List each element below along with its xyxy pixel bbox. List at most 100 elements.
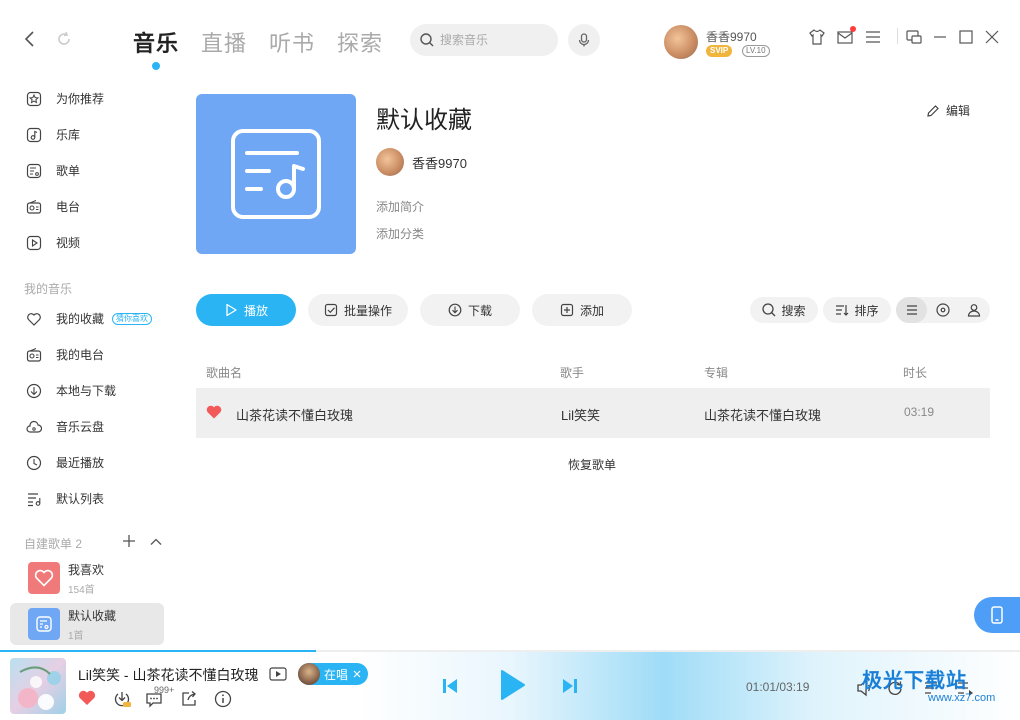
play-all-button[interactable]: 播放 <box>196 294 296 326</box>
microphone-icon <box>578 33 590 47</box>
sort-icon <box>836 305 849 316</box>
owner-name[interactable]: 香香9970 <box>412 153 467 172</box>
sidebar-item-cloud[interactable]: 音乐云盘 <box>26 418 104 435</box>
add-button[interactable]: 添加 <box>532 294 632 326</box>
list-search-button[interactable]: 搜索 <box>750 297 818 323</box>
liked-playlist-thumb <box>28 562 60 594</box>
user-name[interactable]: 香香9970 <box>706 28 757 45</box>
search-label: 搜索 <box>781 303 806 318</box>
owner-avatar[interactable] <box>376 148 404 176</box>
sidebar-item-recent[interactable]: 最近播放 <box>26 454 104 471</box>
song-title[interactable]: 山茶花读不懂白玫瑰 <box>236 405 353 424</box>
close-icon[interactable] <box>352 669 362 679</box>
menu-icon[interactable] <box>864 28 882 46</box>
list-view-button[interactable] <box>896 297 927 323</box>
sort-button[interactable]: 排序 <box>823 297 891 323</box>
sidebar-item-my-radio[interactable]: 我的电台 <box>26 346 104 363</box>
now-playing-album-art[interactable] <box>10 658 66 714</box>
sidebar-item-favorites[interactable]: 我的收藏 猜你喜欢 <box>26 310 153 327</box>
add-icon <box>560 303 574 317</box>
add-category-link[interactable]: 添加分类 <box>376 225 424 242</box>
my-music-section-title: 我的音乐 <box>24 282 73 296</box>
share-icon[interactable] <box>180 690 198 708</box>
sidebar-item-label: 为你推荐 <box>56 92 105 106</box>
comment-icon[interactable] <box>145 690 163 708</box>
progress-fill[interactable] <box>0 650 317 652</box>
sidebar-item-video[interactable]: 视频 <box>26 234 80 251</box>
edit-label: 编辑 <box>946 104 971 118</box>
artist-view-button[interactable] <box>958 297 989 323</box>
next-track-icon[interactable] <box>561 677 579 695</box>
column-header-artist[interactable]: 歌手 <box>560 364 584 381</box>
song-album[interactable]: 山茶花读不懂白玫瑰 <box>704 405 821 424</box>
plus-icon[interactable] <box>122 534 136 548</box>
skin-icon[interactable] <box>808 28 826 46</box>
phone-connect-button[interactable] <box>974 597 1020 633</box>
now-playing-title[interactable]: Lil笑笑 - 山茶花读不懂白玫瑰 <box>78 665 258 685</box>
add-label: 添加 <box>579 303 604 318</box>
disc-icon <box>935 303 950 317</box>
radio-icon <box>26 347 42 362</box>
like-icon[interactable] <box>78 690 96 706</box>
download-icon <box>26 383 42 398</box>
playlist-icon <box>26 163 42 178</box>
tab-music[interactable]: 音乐 <box>133 26 179 70</box>
play-pause-icon[interactable] <box>498 669 526 701</box>
song-artist[interactable]: Lil笑笑 <box>561 405 600 424</box>
restore-playlist-link[interactable]: 恢复歌单 <box>568 456 616 473</box>
back-icon[interactable] <box>20 29 40 49</box>
guess-badge[interactable]: 猜你喜欢 <box>112 312 153 325</box>
sidebar-item-label: 我的电台 <box>56 348 105 362</box>
clock-icon <box>26 455 42 470</box>
cloud-icon <box>26 420 42 433</box>
svip-badge[interactable]: SVIP <box>706 45 733 57</box>
search-input[interactable] <box>440 33 540 47</box>
sidebar-item-local-download[interactable]: 本地与下载 <box>26 382 116 399</box>
table-row[interactable]: 山茶花读不懂白玫瑰 Lil笑笑 山茶花读不懂白玫瑰 03:19 <box>196 388 990 438</box>
singer-avatar <box>298 663 320 685</box>
level-badge[interactable]: LV.10 <box>742 45 770 57</box>
chevron-up-icon[interactable] <box>149 535 163 549</box>
sidebar-item-label: 乐库 <box>56 128 81 142</box>
sidebar-item-recommend[interactable]: 为你推荐 <box>26 90 104 107</box>
info-icon[interactable] <box>214 690 232 708</box>
album-view-button[interactable] <box>927 297 958 323</box>
heart-icon[interactable] <box>206 405 222 419</box>
mv-icon[interactable] <box>269 667 287 681</box>
default-playlist-thumb <box>28 608 60 640</box>
sidebar-playlist-liked[interactable]: 我喜欢 154首 <box>10 557 164 599</box>
view-mode-group <box>896 297 990 323</box>
edit-button[interactable]: 编辑 <box>926 102 970 119</box>
tab-live[interactable]: 直播 <box>201 26 247 58</box>
add-intro-link[interactable]: 添加简介 <box>376 198 424 215</box>
download-icon[interactable] <box>113 690 131 708</box>
column-header-song[interactable]: 歌曲名 <box>206 364 242 381</box>
refresh-icon[interactable] <box>54 29 74 49</box>
sidebar-playlist-default[interactable]: 默认收藏 1首 <box>10 603 164 645</box>
minimize-icon[interactable] <box>931 28 949 46</box>
sidebar-item-label: 视频 <box>56 236 81 250</box>
mini-mode-icon[interactable] <box>905 28 923 46</box>
close-icon[interactable] <box>983 28 1001 46</box>
voice-search-button[interactable] <box>568 24 600 56</box>
sidebar-item-radio[interactable]: 电台 <box>26 198 80 215</box>
sidebar-item-default-list[interactable]: 默认列表 <box>26 490 104 507</box>
column-header-album[interactable]: 专辑 <box>704 364 728 381</box>
heart-icon <box>34 569 54 587</box>
tab-explore[interactable]: 探索 <box>337 26 383 58</box>
tab-audiobook[interactable]: 听书 <box>269 26 315 58</box>
download-button[interactable]: 下载 <box>420 294 520 326</box>
sidebar-item-playlists[interactable]: 歌单 <box>26 162 80 179</box>
maximize-icon[interactable] <box>957 28 975 46</box>
singer-live-pill[interactable]: 在唱 <box>298 663 369 685</box>
previous-track-icon[interactable] <box>441 677 459 695</box>
sidebar-item-library[interactable]: 乐库 <box>26 126 80 143</box>
sidebar-item-label: 音乐云盘 <box>56 420 105 434</box>
user-avatar[interactable] <box>664 25 698 59</box>
batch-operation-button[interactable]: 批量操作 <box>308 294 408 326</box>
top-bar: 音乐 直播 听书 探索 香香9970 SVIP LV.10 <box>0 0 1020 80</box>
search-box[interactable] <box>410 24 558 56</box>
sort-label: 排序 <box>854 303 879 318</box>
playlist-count: 154首 <box>68 584 95 596</box>
column-header-duration[interactable]: 时长 <box>903 364 927 381</box>
